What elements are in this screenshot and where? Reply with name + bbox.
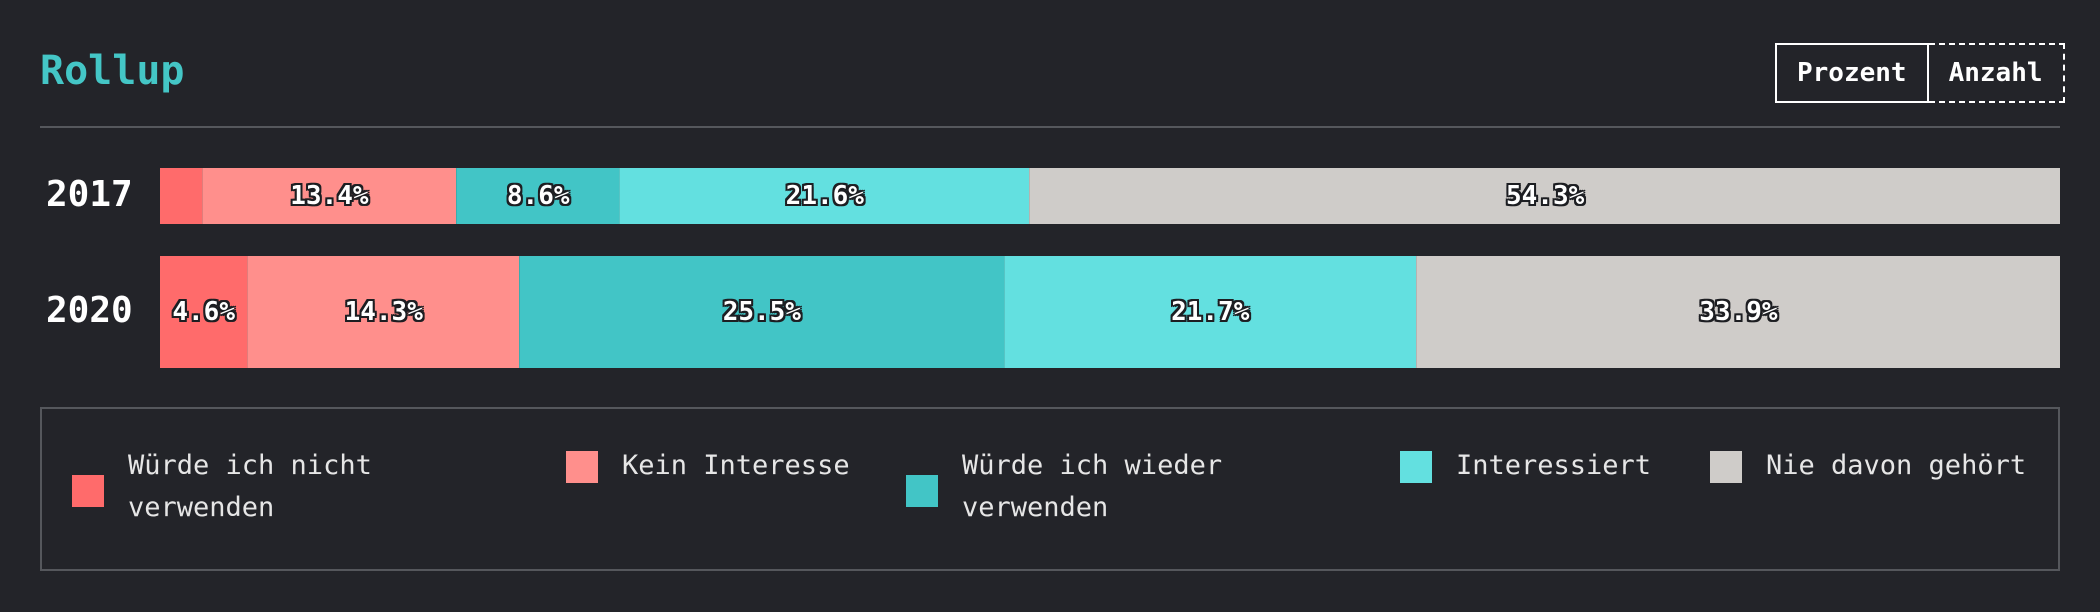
bar-segment-wieder-verwenden-2020[interactable]: 25.5% — [519, 256, 1004, 368]
bar-segment-nicht-verwenden-2020[interactable]: 4.6% — [160, 256, 248, 368]
data-label: 14.3% — [344, 297, 423, 327]
bar-segment-interessiert-2020[interactable]: 21.7% — [1003, 256, 1416, 368]
legend-item-wieder-verwenden: Würde ich wieder verwenden — [906, 450, 1282, 529]
view-toggle: Prozent Anzahl — [1775, 43, 2065, 103]
legend-label: Würde ich wieder verwenden — [962, 450, 1223, 523]
stacked-bar-2017: 13.4% 8.6% 21.6% 54.3% — [160, 168, 2060, 224]
legend-label: Nie davon gehört — [1766, 450, 2027, 481]
percent-toggle-button[interactable]: Prozent — [1775, 43, 1929, 103]
stacked-bar-2020: 4.6% 14.3% 25.5% 21.7% 33.9% — [160, 256, 2060, 368]
data-label: 21.7% — [1171, 297, 1250, 327]
bar-segment-wieder-verwenden-2017[interactable]: 8.6% — [456, 168, 620, 224]
header-divider — [40, 126, 2060, 128]
legend-label: Würde ich nicht verwenden — [128, 450, 372, 523]
legend-swatch — [1710, 451, 1742, 483]
legend: Würde ich nicht verwenden Kein Interesse… — [40, 407, 2060, 571]
legend-item-nie-gehoert: Nie davon gehört — [1710, 450, 2026, 487]
data-label: 54.3% — [1506, 181, 1585, 211]
data-label: 4.6% — [172, 297, 235, 327]
year-label-2017: 2017 — [46, 174, 133, 215]
legend-label: Interessiert — [1456, 450, 1652, 481]
legend-label: Kein Interesse — [622, 450, 850, 481]
legend-swatch — [906, 475, 938, 507]
data-label: 25.5% — [722, 297, 801, 327]
count-toggle-button[interactable]: Anzahl — [1928, 43, 2065, 103]
chart-title: Rollup — [40, 48, 185, 94]
legend-item-kein-interesse: Kein Interesse — [566, 450, 850, 487]
bar-segment-nie-gehoert-2017[interactable]: 54.3% — [1029, 168, 2060, 224]
data-label: 8.6% — [506, 181, 570, 211]
bar-segment-kein-interesse-2020[interactable]: 14.3% — [247, 256, 520, 368]
legend-item-interessiert: Interessiert — [1400, 450, 1651, 487]
legend-swatch — [1400, 451, 1432, 483]
bar-segment-nie-gehoert-2020[interactable]: 33.9% — [1415, 256, 2060, 368]
data-label: 33.9% — [1699, 297, 1778, 327]
legend-item-nicht-verwenden: Würde ich nicht verwenden — [72, 450, 448, 529]
year-label-2020: 2020 — [46, 290, 133, 331]
data-label: 21.6% — [785, 181, 864, 211]
bar-segment-kein-interesse-2017[interactable]: 13.4% — [201, 168, 457, 224]
legend-swatch — [566, 451, 598, 483]
bar-segment-nicht-verwenden-2017[interactable] — [160, 168, 202, 224]
data-label: 13.4% — [290, 181, 369, 211]
legend-swatch — [72, 475, 104, 507]
bar-segment-interessiert-2017[interactable]: 21.6% — [619, 168, 1030, 224]
